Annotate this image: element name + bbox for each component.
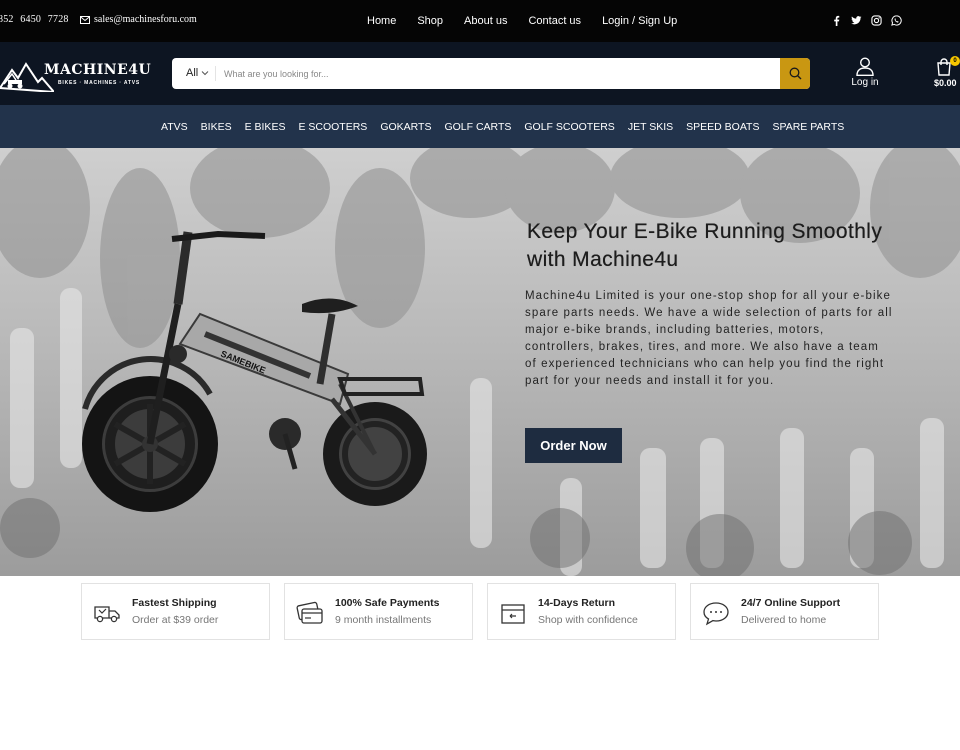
search-category-select[interactable]: All — [186, 67, 209, 79]
hero-banner: SAMEBIKE Keep Your E-Bike Running Smooth… — [0, 148, 960, 576]
site-logo[interactable]: MACHINE4U BIKES · MACHINES · ATVS — [0, 56, 152, 96]
feature-subtitle: Order at $39 order — [132, 614, 219, 626]
instagram-icon[interactable] — [870, 13, 882, 27]
chevron-down-icon — [201, 71, 209, 76]
feature-title: 14-Days Return — [538, 597, 616, 609]
nav-login-signup[interactable]: Login / Sign Up — [602, 15, 677, 27]
category-speed-boats[interactable]: SPEED BOATS — [686, 121, 759, 133]
nav-contact-us[interactable]: Contact us — [528, 15, 581, 27]
email-link[interactable]: sales@machinesforu.com — [80, 14, 197, 25]
main-header: MACHINE4U BIKES · MACHINES · ATVS All Lo… — [0, 42, 960, 105]
feature-card-payments: 100% Safe Payments 9 month installments — [284, 583, 473, 640]
search-icon — [789, 67, 801, 80]
return-box-icon — [499, 600, 527, 626]
category-navigation: ATVS BIKES E BIKES E SCOOTERS GOKARTS GO… — [0, 105, 960, 148]
user-icon — [856, 57, 874, 76]
feature-subtitle: Delivered to home — [741, 614, 827, 626]
hero-description: Machine4u Limited is your one-stop shop … — [525, 290, 893, 387]
nav-home[interactable]: Home — [367, 15, 396, 27]
feature-strip: Fastest Shipping Order at $39 order 100%… — [81, 583, 881, 641]
nav-about-us[interactable]: About us — [464, 15, 507, 27]
feature-title: 24/7 Online Support — [741, 597, 841, 609]
logo-name: MACHINE4U — [44, 62, 152, 78]
login-button[interactable]: Log in — [845, 57, 885, 91]
search-divider — [215, 66, 216, 81]
email-address: sales@machinesforu.com — [94, 14, 197, 25]
feature-subtitle: Shop with confidence — [538, 614, 638, 626]
delivery-truck-icon — [93, 600, 121, 626]
feature-card-returns: 14-Days Return Shop with confidence — [487, 583, 676, 640]
top-navigation: Home Shop About us Contact us Login / Si… — [367, 0, 677, 42]
facebook-icon[interactable] — [830, 13, 842, 27]
nav-shop[interactable]: Shop — [417, 15, 443, 27]
category-gokarts[interactable]: GOKARTS — [380, 121, 431, 133]
search-category-value: All — [186, 67, 199, 79]
phone-number[interactable]: 852 6450 7728 — [0, 14, 69, 25]
search-input[interactable] — [224, 58, 804, 89]
feature-subtitle: 9 month installments — [335, 614, 432, 626]
category-e-scooters[interactable]: E SCOOTERS — [298, 121, 367, 133]
feature-card-support: 24/7 Online Support Delivered to home — [690, 583, 879, 640]
category-e-bikes[interactable]: E BIKES — [245, 121, 286, 133]
twitter-icon[interactable] — [850, 13, 862, 27]
category-atvs[interactable]: ATVS — [161, 121, 188, 133]
category-spare-parts[interactable]: SPARE PARTS — [772, 121, 844, 133]
category-jet-skis[interactable]: JET SKIS — [628, 121, 673, 133]
top-bar: 852 6450 7728 sales@machinesforu.com Hom… — [0, 0, 960, 42]
hero-heading: Keep Your E-Bike Running Smoothly with M… — [527, 220, 883, 271]
login-label: Log in — [851, 77, 879, 88]
social-links — [830, 13, 902, 27]
e-bike-product-image: SAMEBIKE — [82, 230, 427, 512]
search-bar: All — [172, 58, 810, 89]
whatsapp-icon[interactable] — [890, 13, 902, 27]
cart-button[interactable]: 0 $0.00 — [930, 56, 960, 92]
cart-total: $0.00 — [934, 78, 957, 88]
feature-card-shipping: Fastest Shipping Order at $39 order — [81, 583, 270, 640]
feature-title: Fastest Shipping — [132, 597, 217, 609]
category-bikes[interactable]: BIKES — [201, 121, 232, 133]
chat-bubble-icon — [702, 600, 730, 626]
feature-title: 100% Safe Payments — [335, 597, 440, 609]
search-button[interactable] — [780, 58, 810, 89]
category-golf-carts[interactable]: GOLF CARTS — [444, 121, 511, 133]
cart-count-badge: 0 — [950, 56, 960, 66]
credit-card-icon — [296, 600, 324, 626]
order-now-button[interactable]: Order Now — [525, 428, 622, 463]
category-golf-scooters[interactable]: GOLF SCOOTERS — [524, 121, 614, 133]
logo-tagline: BIKES · MACHINES · ATVS — [58, 80, 141, 86]
mail-icon — [80, 15, 90, 24]
